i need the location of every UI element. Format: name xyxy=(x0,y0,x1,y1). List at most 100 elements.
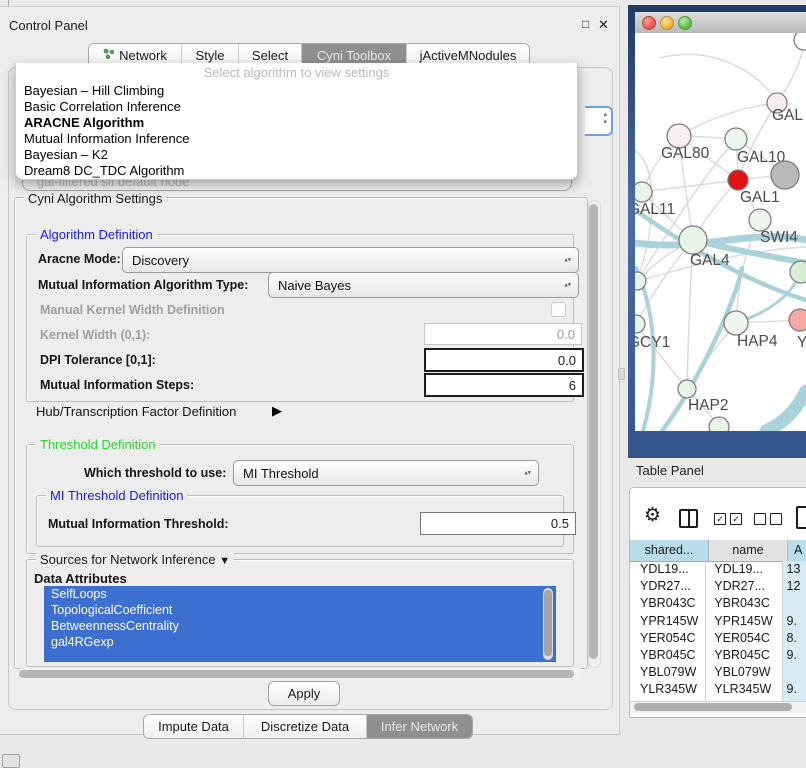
mi-threshold-field[interactable]: 0.5 xyxy=(420,512,576,535)
attributes-scrollbar-thumb[interactable] xyxy=(544,590,552,656)
data-attribute-item-partial[interactable] xyxy=(44,650,556,662)
algorithm-option[interactable]: ARACNE Algorithm xyxy=(16,115,577,131)
node-label: GCY1 xyxy=(635,334,670,351)
table-cell: YBR045C xyxy=(706,647,782,664)
corner-grip-button[interactable] xyxy=(2,754,20,768)
table-row[interactable]: YLR345WYLR345W9. xyxy=(630,681,806,698)
mi-threshold-label: Mutual Information Threshold: xyxy=(48,517,229,531)
select-all-rows-icon[interactable]: ✓ ✓ xyxy=(714,513,742,525)
algorithm-option[interactable]: Basic Correlation Inference xyxy=(16,99,577,115)
algorithm-option[interactable]: Dream8 DC_TDC Algorithm xyxy=(16,163,577,179)
column-header-shared-name[interactable]: shared... xyxy=(630,540,709,562)
table-row[interactable]: YBR045CYBR045C9. xyxy=(630,647,806,664)
network-node[interactable] xyxy=(749,209,771,231)
inference-algorithm-combo[interactable]: ▴▾ xyxy=(585,106,613,136)
node-label: GAL11 xyxy=(635,201,675,218)
network-view-titlebar[interactable] xyxy=(635,12,806,34)
close-traffic-light-icon[interactable] xyxy=(642,16,656,30)
data-attributes-list[interactable]: SelfLoopsTopologicalCoefficientBetweenne… xyxy=(44,586,556,662)
manual-kernel-checkbox[interactable] xyxy=(551,302,566,317)
network-node[interactable] xyxy=(635,182,652,202)
tab-impute-data[interactable]: Impute Data xyxy=(144,715,244,738)
mi-type-combo[interactable]: Naive Bayes ▴▾ xyxy=(268,272,579,298)
mi-type-value: Naive Bayes xyxy=(278,278,351,293)
data-attribute-item[interactable]: BetweennessCentrality xyxy=(44,618,556,634)
network-node[interactable] xyxy=(709,417,729,431)
apply-button[interactable]: Apply xyxy=(268,681,340,706)
network-node[interactable] xyxy=(724,311,748,335)
zoom-traffic-light-icon[interactable] xyxy=(678,16,692,30)
export-table-icon[interactable] xyxy=(796,506,806,529)
network-node[interactable] xyxy=(678,380,696,398)
data-attribute-item[interactable]: TopologicalCoefficient xyxy=(44,602,556,618)
table-row[interactable]: YBL079WYBL079W xyxy=(630,664,806,681)
expand-arrow-icon[interactable]: ▶ xyxy=(272,403,282,419)
table-cell xyxy=(783,595,806,612)
select-columns-icon[interactable] xyxy=(679,509,698,528)
table-row[interactable]: YDL19...YDL19...13 xyxy=(630,561,806,578)
column-header-name[interactable]: name xyxy=(709,540,788,562)
algorithm-option[interactable]: Bayesian – K2 xyxy=(16,147,577,163)
algorithm-option[interactable]: Mutual Information Inference xyxy=(16,131,577,147)
algorithm-definition-title: Algorithm Definition xyxy=(36,227,157,242)
mi-threshold-group-title: MI Threshold Definition xyxy=(46,488,187,503)
kernel-width-label: Kernel Width (0,1): xyxy=(40,328,150,342)
network-edge[interactable] xyxy=(642,180,738,192)
network-canvas[interactable]: GALGAL80GAL10GAL1GAL11SWI4GAL4GCY1HAP4YH… xyxy=(635,33,806,431)
sources-title-label: Sources for Network Inference xyxy=(40,552,216,567)
control-panel-title: Control Panel xyxy=(9,18,88,33)
algorithm-option[interactable]: Bayesian – Hill Climbing xyxy=(16,83,577,99)
table-row[interactable]: YDR27...YDR27...12 xyxy=(630,578,806,595)
network-node[interactable] xyxy=(790,261,806,283)
table-row[interactable]: YPR145WYPR145W9. xyxy=(630,613,806,630)
data-attribute-item[interactable]: gal4RGexp xyxy=(44,634,556,650)
checked-box-icon: ✓ xyxy=(714,513,726,525)
algorithm-dropdown-popup: Select algorithm to view settings Bayesi… xyxy=(15,63,578,180)
aracne-mode-combo[interactable]: Discovery ▴▾ xyxy=(122,247,579,273)
node-label: GAL xyxy=(772,107,803,124)
settings-vertical-scrollbar-thumb[interactable] xyxy=(589,204,598,659)
network-node[interactable] xyxy=(771,161,799,189)
table-horizontal-scrollbar-thumb[interactable] xyxy=(634,703,792,711)
table-cell: YLR345W xyxy=(706,681,782,698)
mi-steps-field[interactable]: 6 xyxy=(424,373,584,397)
network-node[interactable] xyxy=(725,128,747,150)
table-header-row: shared... name A xyxy=(630,540,806,561)
which-threshold-combo[interactable]: MI Threshold ▴▾ xyxy=(233,460,539,486)
float-window-icon[interactable]: □ xyxy=(582,17,589,31)
tab-discretize-data[interactable]: Discretize Data xyxy=(244,715,367,738)
deselect-all-rows-icon[interactable] xyxy=(754,513,782,525)
settings-horizontal-scrollbar-thumb[interactable] xyxy=(19,670,574,678)
table-row[interactable]: YER054CYER054C8. xyxy=(630,630,806,647)
network-edge[interactable] xyxy=(660,54,775,98)
network-node[interactable] xyxy=(679,226,707,254)
gear-icon[interactable]: ⚙ xyxy=(644,504,661,527)
close-window-icon[interactable]: ✕ xyxy=(598,17,609,33)
table-row[interactable]: YBR043CYBR043C xyxy=(630,595,806,612)
sources-group-title[interactable]: Sources for Network Inference ▼ xyxy=(36,552,234,567)
node-label: GAL4 xyxy=(690,252,730,269)
table-cell: YDL19... xyxy=(706,561,782,578)
minimize-traffic-light-icon[interactable] xyxy=(660,16,674,30)
dpi-tolerance-field[interactable]: 0.0 xyxy=(424,348,584,372)
network-graph: GALGAL80GAL10GAL1GAL11SWI4GAL4GCY1HAP4YH… xyxy=(635,33,806,431)
table-cell: YBR045C xyxy=(630,647,706,664)
tab-infer-network[interactable]: Infer Network xyxy=(367,715,472,738)
data-attribute-item[interactable]: SelfLoops xyxy=(44,586,556,602)
hub-definition-label[interactable]: Hub/Transcription Factor Definition xyxy=(36,404,236,419)
column-header-partial[interactable]: A xyxy=(788,540,806,562)
combo-stepper-icon: ▴▾ xyxy=(524,470,531,476)
cyni-bottom-tabs: Impute Data Discretize Data Infer Networ… xyxy=(143,714,473,739)
network-node[interactable] xyxy=(789,309,806,331)
splitter-handle[interactable] xyxy=(618,368,625,380)
mi-type-label: Mutual Information Algorithm Type: xyxy=(38,278,248,292)
network-node[interactable] xyxy=(635,315,645,333)
network-edge[interactable] xyxy=(766,391,806,431)
network-node[interactable] xyxy=(794,33,806,50)
network-node[interactable] xyxy=(728,170,748,190)
table-cell: 8. xyxy=(783,630,806,647)
tab-discretize-data-label: Discretize Data xyxy=(261,715,349,738)
table-cell: YDR27... xyxy=(630,578,706,595)
node-label: Y xyxy=(797,334,806,351)
kernel-width-field[interactable]: 0.0 xyxy=(424,323,582,345)
